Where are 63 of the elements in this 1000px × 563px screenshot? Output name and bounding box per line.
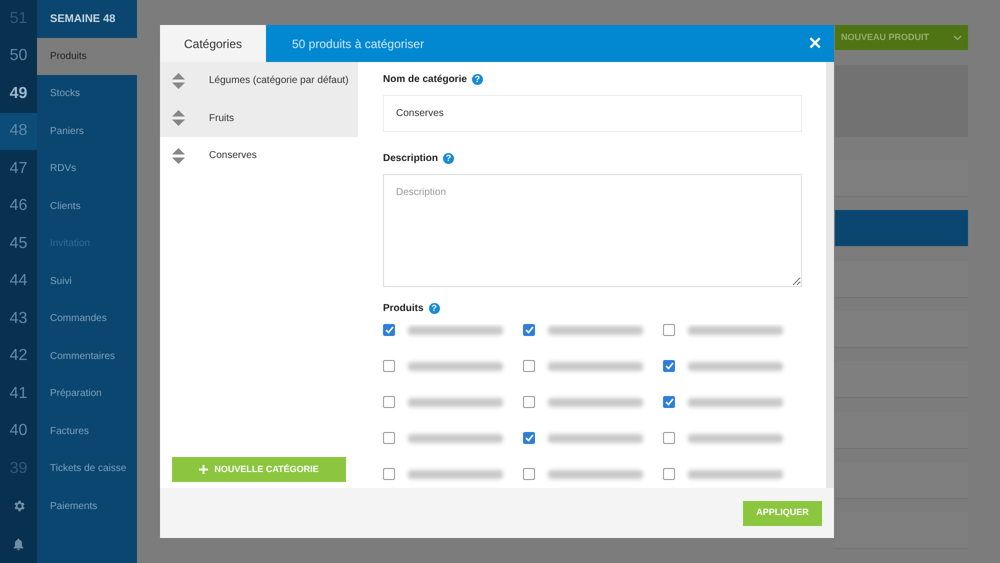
sidebar-item[interactable]: Stocks — [37, 75, 137, 112]
field-label: Produits — [383, 302, 424, 316]
help-icon[interactable]: ? — [443, 153, 454, 164]
dialog-tab[interactable]: 50 produits à catégoriser — [266, 25, 450, 62]
category-name-field[interactable]: Conserves — [383, 95, 802, 132]
dialog-tab[interactable]: Catégories — [160, 25, 266, 62]
category-item[interactable]: Légumes (catégorie par défaut) — [160, 62, 358, 100]
week-number[interactable]: 50 — [0, 38, 37, 75]
product-card[interactable] — [835, 210, 968, 248]
week-number[interactable]: 41 — [0, 375, 37, 412]
sidebar-item[interactable]: Suivi — [37, 262, 137, 300]
settings-icon[interactable] — [12, 499, 26, 514]
week-number[interactable]: 40 — [0, 412, 37, 450]
field-label: Description — [383, 152, 438, 166]
checkbox[interactable] — [383, 468, 395, 480]
checkbox[interactable] — [663, 396, 675, 408]
sidebar-item[interactable]: Commentaires — [37, 338, 137, 375]
checkbox[interactable] — [383, 360, 395, 372]
reorder-icon[interactable] — [172, 110, 185, 126]
week-number[interactable]: 45 — [0, 225, 37, 262]
checkbox[interactable] — [523, 324, 535, 336]
category-item[interactable]: Fruits — [160, 100, 358, 137]
week-number[interactable]: 42 — [0, 338, 37, 375]
sidebar-item[interactable]: Clients — [37, 188, 137, 225]
week-number[interactable]: 44 — [0, 262, 37, 300]
sidebar-item[interactable]: Commandes — [37, 300, 137, 338]
checkbox[interactable] — [383, 432, 395, 444]
checkbox[interactable] — [663, 360, 675, 372]
sidebar-item[interactable]: Produits — [37, 38, 137, 75]
week-number[interactable]: 46 — [0, 188, 37, 225]
help-icon[interactable]: ? — [472, 74, 483, 85]
week-number[interactable]: 48 — [0, 112, 37, 150]
checkbox[interactable] — [383, 396, 395, 408]
checkbox[interactable] — [523, 396, 535, 408]
checkbox[interactable] — [383, 324, 395, 336]
plus-icon — [199, 465, 208, 474]
sidebar-item[interactable]: Paniers — [37, 112, 137, 150]
apply-button[interactable]: APPLIQUER — [743, 500, 822, 526]
new-category-button[interactable]: NOUVELLE CATÉGORIE — [172, 457, 346, 482]
reorder-icon[interactable] — [172, 148, 185, 164]
description-field[interactable]: Description — [383, 174, 802, 287]
checkbox[interactable] — [663, 468, 675, 480]
checkbox[interactable] — [663, 324, 675, 336]
checkbox[interactable] — [523, 468, 535, 480]
checkbox[interactable] — [663, 432, 675, 444]
reorder-icon[interactable] — [172, 72, 185, 89]
close-button[interactable]: ✕ — [796, 25, 834, 62]
sidebar-item[interactable]: Préparation — [37, 375, 137, 412]
week-title: SEMAINE 48 — [49, 12, 116, 26]
checkbox[interactable] — [523, 432, 535, 444]
sidebar-item[interactable]: RDVs — [37, 150, 137, 188]
week-number[interactable]: 43 — [0, 300, 37, 338]
help-icon[interactable]: ? — [428, 303, 440, 314]
bell-icon[interactable] — [12, 536, 25, 551]
field-label: Nom de catégorie — [383, 73, 467, 87]
sidebar-item[interactable]: Paiements — [37, 488, 137, 525]
week-number[interactable]: 47 — [0, 150, 37, 188]
new-product-button[interactable]: NOUVEAU PRODUIT — [835, 25, 968, 50]
sidebar-item[interactable]: Tickets de caisse — [37, 450, 137, 488]
week-number[interactable]: 49 — [0, 75, 37, 112]
sidebar-item[interactable]: Factures — [37, 412, 137, 450]
checkbox[interactable] — [523, 360, 535, 372]
caret-icon — [953, 34, 962, 40]
